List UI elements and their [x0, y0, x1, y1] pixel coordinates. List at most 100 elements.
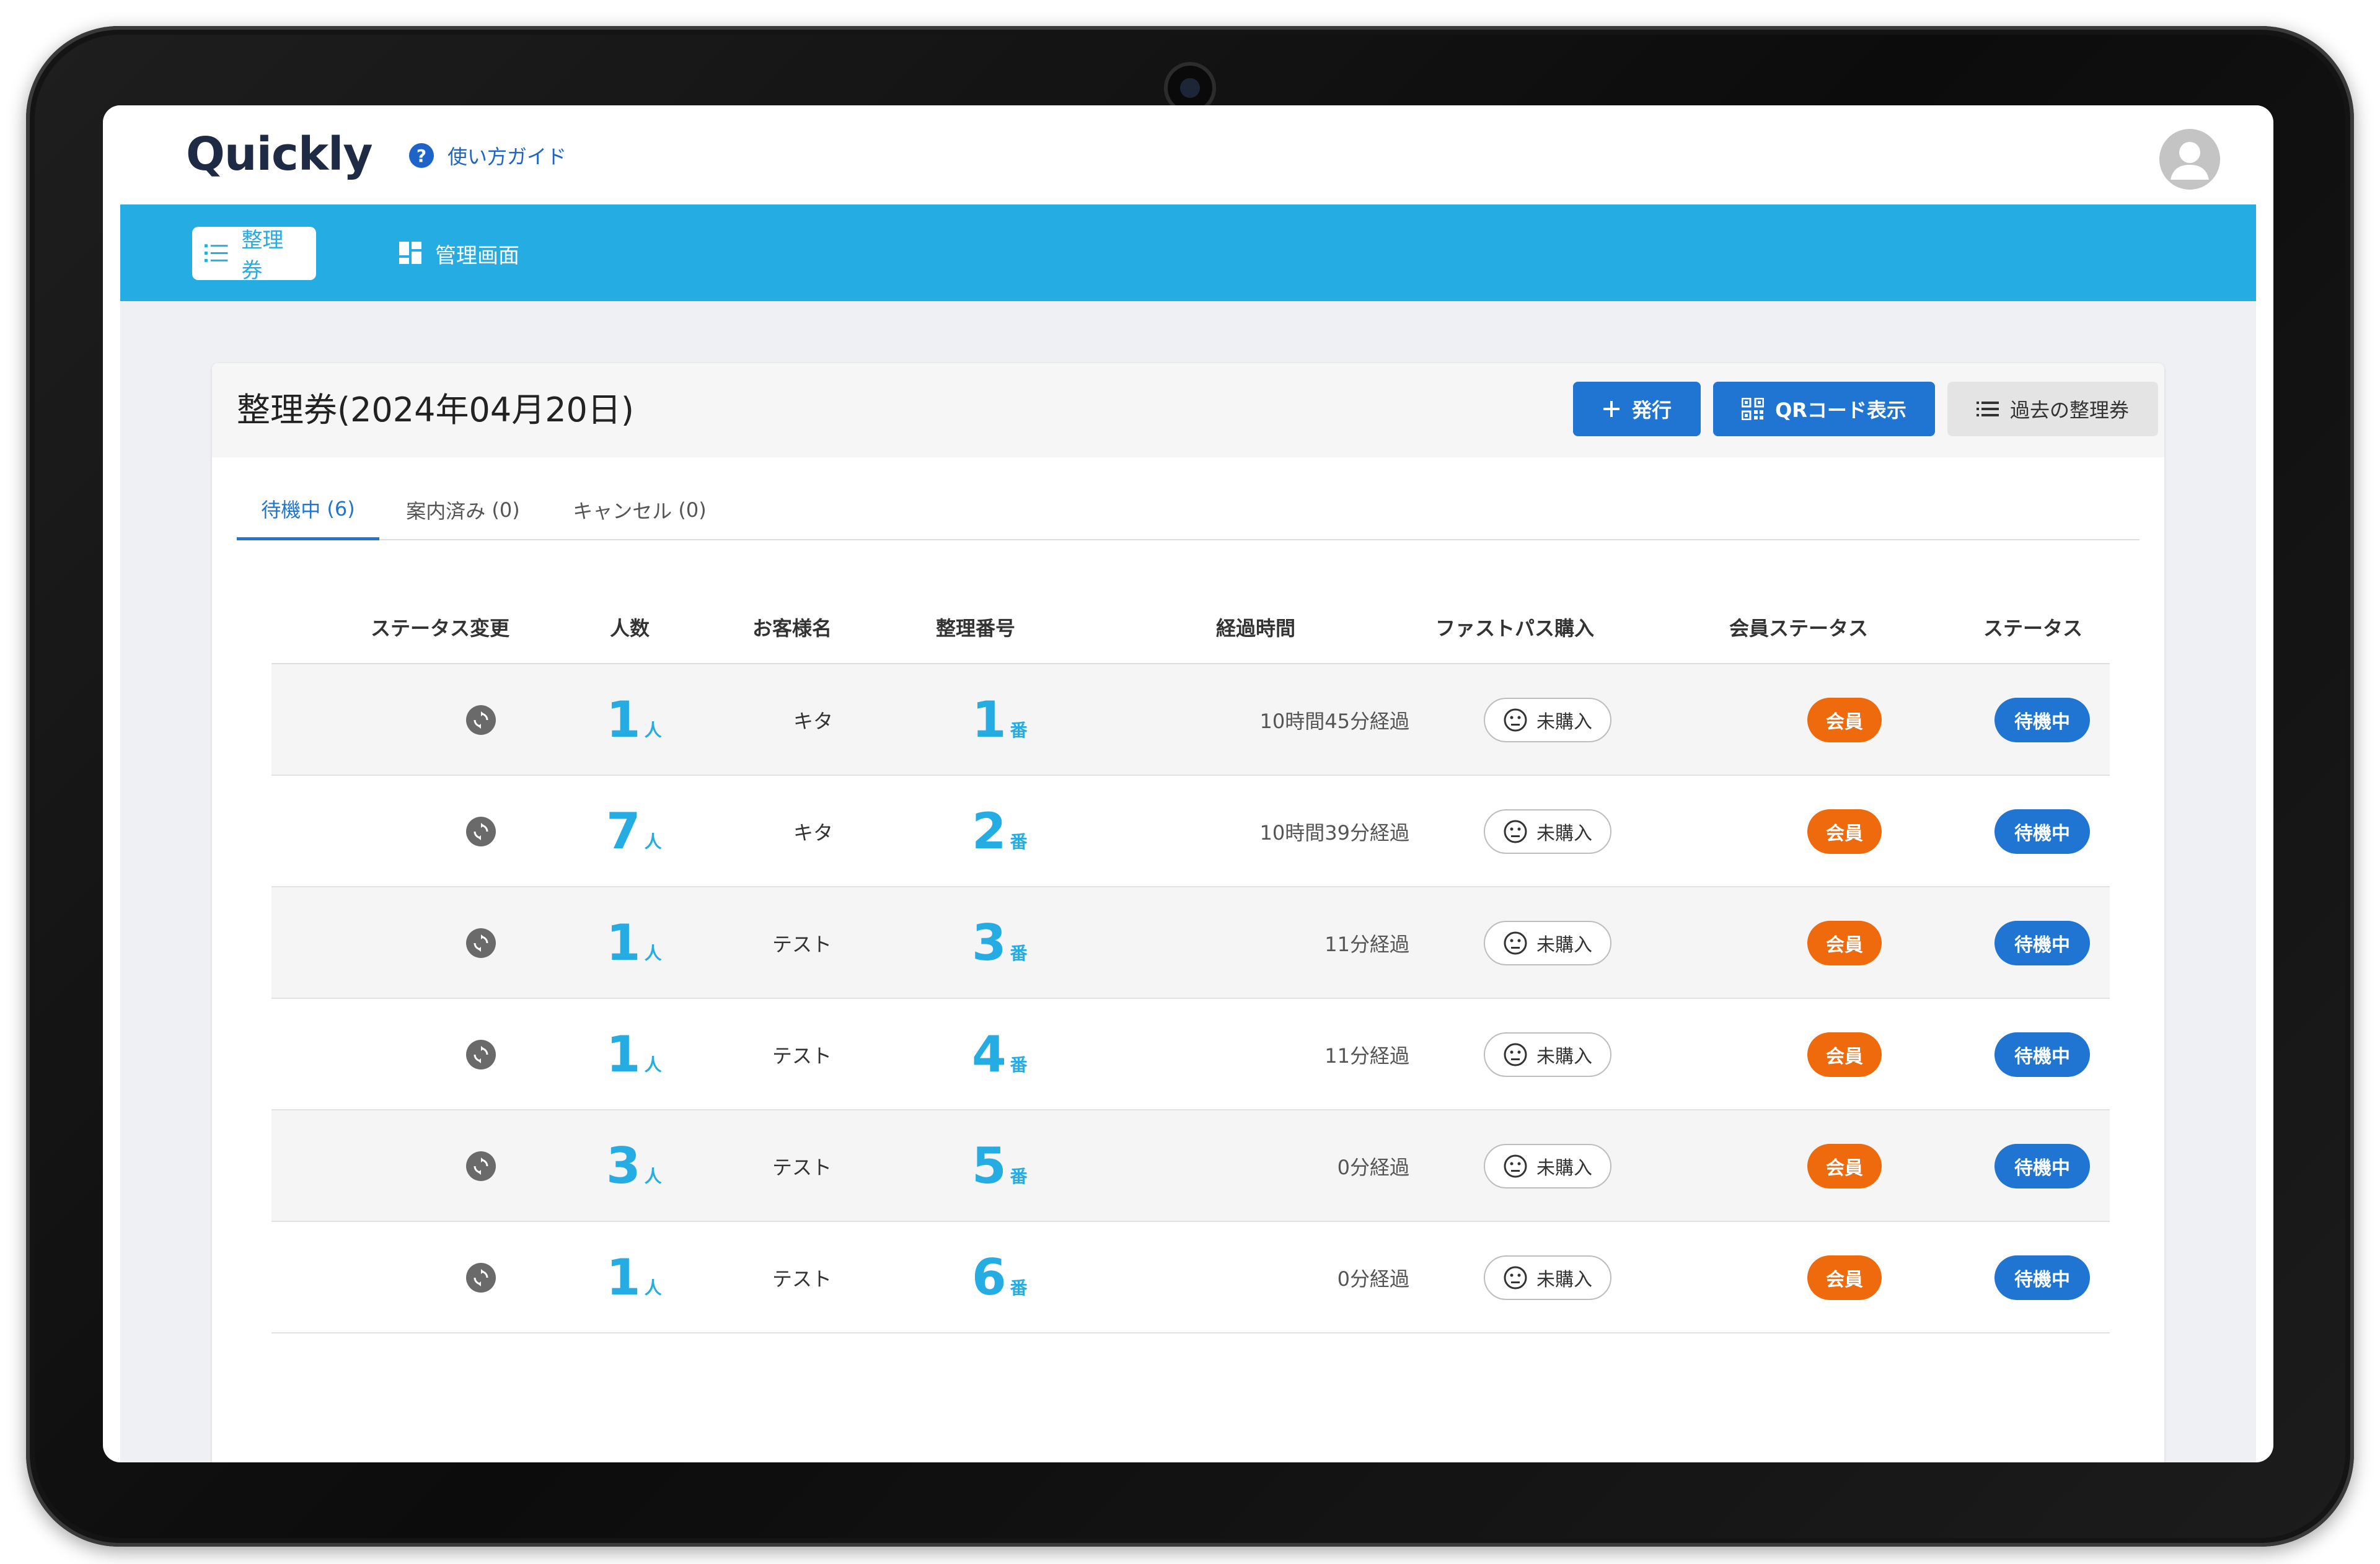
- list-icon: [1976, 402, 1999, 416]
- elapsed-time: 0分経過: [1337, 1267, 1409, 1291]
- number-unit: 番: [1010, 943, 1028, 964]
- page-title: 整理券(2024年04月20日): [237, 390, 634, 429]
- people-count: 3: [606, 1137, 641, 1195]
- past-tickets-button[interactable]: 過去の整理券: [1947, 382, 2158, 436]
- tab-guided-count: (0): [491, 498, 520, 522]
- column-header-people: 人数: [610, 617, 650, 640]
- column-header-customer-name: お客様名: [752, 617, 832, 640]
- status-tabs: 待機中 (6) 案内済み (0) キャンセル (0): [237, 480, 2140, 540]
- elapsed-time: 10時間39分経過: [1259, 821, 1409, 845]
- customer-name: キタ: [793, 710, 834, 733]
- fastpass-status[interactable]: 未購入: [1484, 921, 1611, 965]
- table-row: 1人 テスト 6番 0分経過 未購入 会員 待機中: [271, 1222, 2110, 1333]
- fastpass-status[interactable]: 未購入: [1484, 809, 1611, 854]
- ticket-card: 整理券(2024年04月20日) 発行 QRコード表示 過去の整理券 待機中 (…: [212, 363, 2164, 1462]
- people-count: 1: [606, 1026, 641, 1083]
- status-change-button[interactable]: [466, 705, 496, 735]
- user-avatar[interactable]: [2159, 129, 2220, 190]
- people-unit: 人: [644, 943, 662, 964]
- number-unit: 番: [1010, 1278, 1028, 1298]
- people-unit: 人: [644, 1055, 662, 1075]
- elapsed-time: 11分経過: [1324, 1044, 1409, 1068]
- fastpass-status[interactable]: 未購入: [1484, 1255, 1611, 1300]
- status-badge[interactable]: 待機中: [1994, 809, 2090, 854]
- member-badge: 会員: [1807, 921, 1882, 965]
- people-count: 7: [606, 802, 641, 860]
- sync-icon: [474, 823, 488, 840]
- list-icon: [205, 244, 228, 262]
- table-row: 7人 キタ 2番 10時間39分経過 未購入 会員 待機中: [271, 776, 2110, 887]
- status-badge[interactable]: 待機中: [1994, 698, 2090, 742]
- sync-icon: [474, 934, 488, 952]
- ticket-number: 5: [972, 1137, 1007, 1195]
- status-change-button[interactable]: [466, 1151, 496, 1181]
- neutral-face-icon: [1504, 1154, 1527, 1178]
- issue-button[interactable]: 発行: [1573, 382, 1701, 436]
- fastpass-label: 未購入: [1536, 1269, 1592, 1291]
- tab-cancelled[interactable]: キャンセル (0): [547, 480, 733, 540]
- nav-tab-tickets[interactable]: 整理券: [192, 227, 316, 283]
- card-header: 整理券(2024年04月20日) 発行 QRコード表示 過去の整理券: [212, 363, 2164, 457]
- nav-tab-admin[interactable]: 管理画面: [387, 227, 532, 280]
- customer-name: テスト: [772, 1267, 832, 1291]
- neutral-face-icon: [1504, 931, 1527, 955]
- fastpass-status[interactable]: 未購入: [1484, 1144, 1611, 1188]
- nav-tab-admin-label: 管理画面: [435, 243, 519, 268]
- neutral-face-icon: [1504, 1266, 1527, 1289]
- member-badge: 会員: [1807, 1255, 1882, 1300]
- fastpass-status[interactable]: 未購入: [1484, 698, 1611, 742]
- elapsed-time: 0分経過: [1337, 1156, 1409, 1179]
- status-change-button[interactable]: [466, 928, 496, 958]
- status-badge[interactable]: 待機中: [1994, 1255, 2090, 1300]
- nav-tab-tickets-label: 整理券: [241, 228, 284, 283]
- member-badge: 会員: [1807, 809, 1882, 854]
- status-badge[interactable]: 待機中: [1994, 1144, 2090, 1188]
- plus-icon: [1603, 401, 1620, 417]
- help-icon: ?: [409, 143, 434, 168]
- usage-guide-label: 使い方ガイド: [447, 145, 567, 169]
- column-header-ticket-number: 整理番号: [936, 617, 1016, 640]
- main-nav: 整理券 管理画面: [120, 204, 2256, 301]
- neutral-face-icon: [1504, 1043, 1527, 1066]
- column-header-member-status: 会員ステータス: [1729, 617, 1869, 640]
- status-change-button[interactable]: [466, 1040, 496, 1070]
- ticket-table-body: 1人 キタ 1番 10時間45分経過 未購入 会員 待機中 7人 キタ 2番 1…: [271, 664, 2110, 1333]
- people-unit: 人: [644, 1278, 662, 1298]
- elapsed-time: 10時間45分経過: [1259, 710, 1409, 733]
- app-screen: Quickly ? 使い方ガイド 整理券 管理画面 整理券(2024年04月20…: [103, 105, 2273, 1462]
- column-header-status: ステータス: [1983, 617, 2083, 640]
- people-unit: 人: [644, 720, 662, 740]
- status-change-button[interactable]: [466, 817, 496, 846]
- tab-cancelled-count: (0): [678, 498, 707, 522]
- status-badge[interactable]: 待機中: [1994, 1032, 2090, 1077]
- fastpass-label: 未購入: [1536, 1046, 1592, 1068]
- elapsed-time: 11分経過: [1324, 933, 1409, 956]
- ticket-number: 1: [972, 691, 1007, 749]
- status-change-button[interactable]: [466, 1263, 496, 1293]
- usage-guide-link[interactable]: ? 使い方ガイド: [409, 141, 566, 170]
- status-badge[interactable]: 待機中: [1994, 921, 2090, 965]
- ticket-number: 2: [972, 802, 1007, 860]
- app-header: Quickly ? 使い方ガイド: [103, 105, 2273, 204]
- ticket-number: 4: [972, 1026, 1007, 1083]
- member-badge: 会員: [1807, 698, 1882, 742]
- customer-name: キタ: [793, 821, 834, 845]
- people-count: 1: [606, 1249, 641, 1306]
- member-badge: 会員: [1807, 1032, 1882, 1077]
- number-unit: 番: [1010, 832, 1028, 852]
- column-header-elapsed-time: 経過時間: [1216, 617, 1296, 640]
- table-header: ステータス変更 人数 お客様名 整理番号 経過時間 ファストパス購入 会員ステー…: [271, 590, 2110, 664]
- past-tickets-button-label: 過去の整理券: [2009, 398, 2129, 422]
- qr-code-button-label: QRコード表示: [1775, 398, 1906, 422]
- qr-code-button[interactable]: QRコード表示: [1713, 382, 1935, 436]
- tab-guided[interactable]: 案内済み (0): [379, 480, 547, 540]
- fastpass-label: 未購入: [1536, 1158, 1592, 1179]
- qr-code-icon: [1742, 398, 1765, 420]
- people-count: 1: [606, 914, 641, 972]
- tab-waiting[interactable]: 待機中 (6): [237, 480, 379, 540]
- quickly-logo[interactable]: Quickly: [186, 126, 373, 182]
- fastpass-label: 未購入: [1536, 823, 1592, 845]
- customer-name: テスト: [772, 1156, 832, 1179]
- fastpass-status[interactable]: 未購入: [1484, 1032, 1611, 1077]
- table-row: 1人 キタ 1番 10時間45分経過 未購入 会員 待機中: [271, 664, 2110, 776]
